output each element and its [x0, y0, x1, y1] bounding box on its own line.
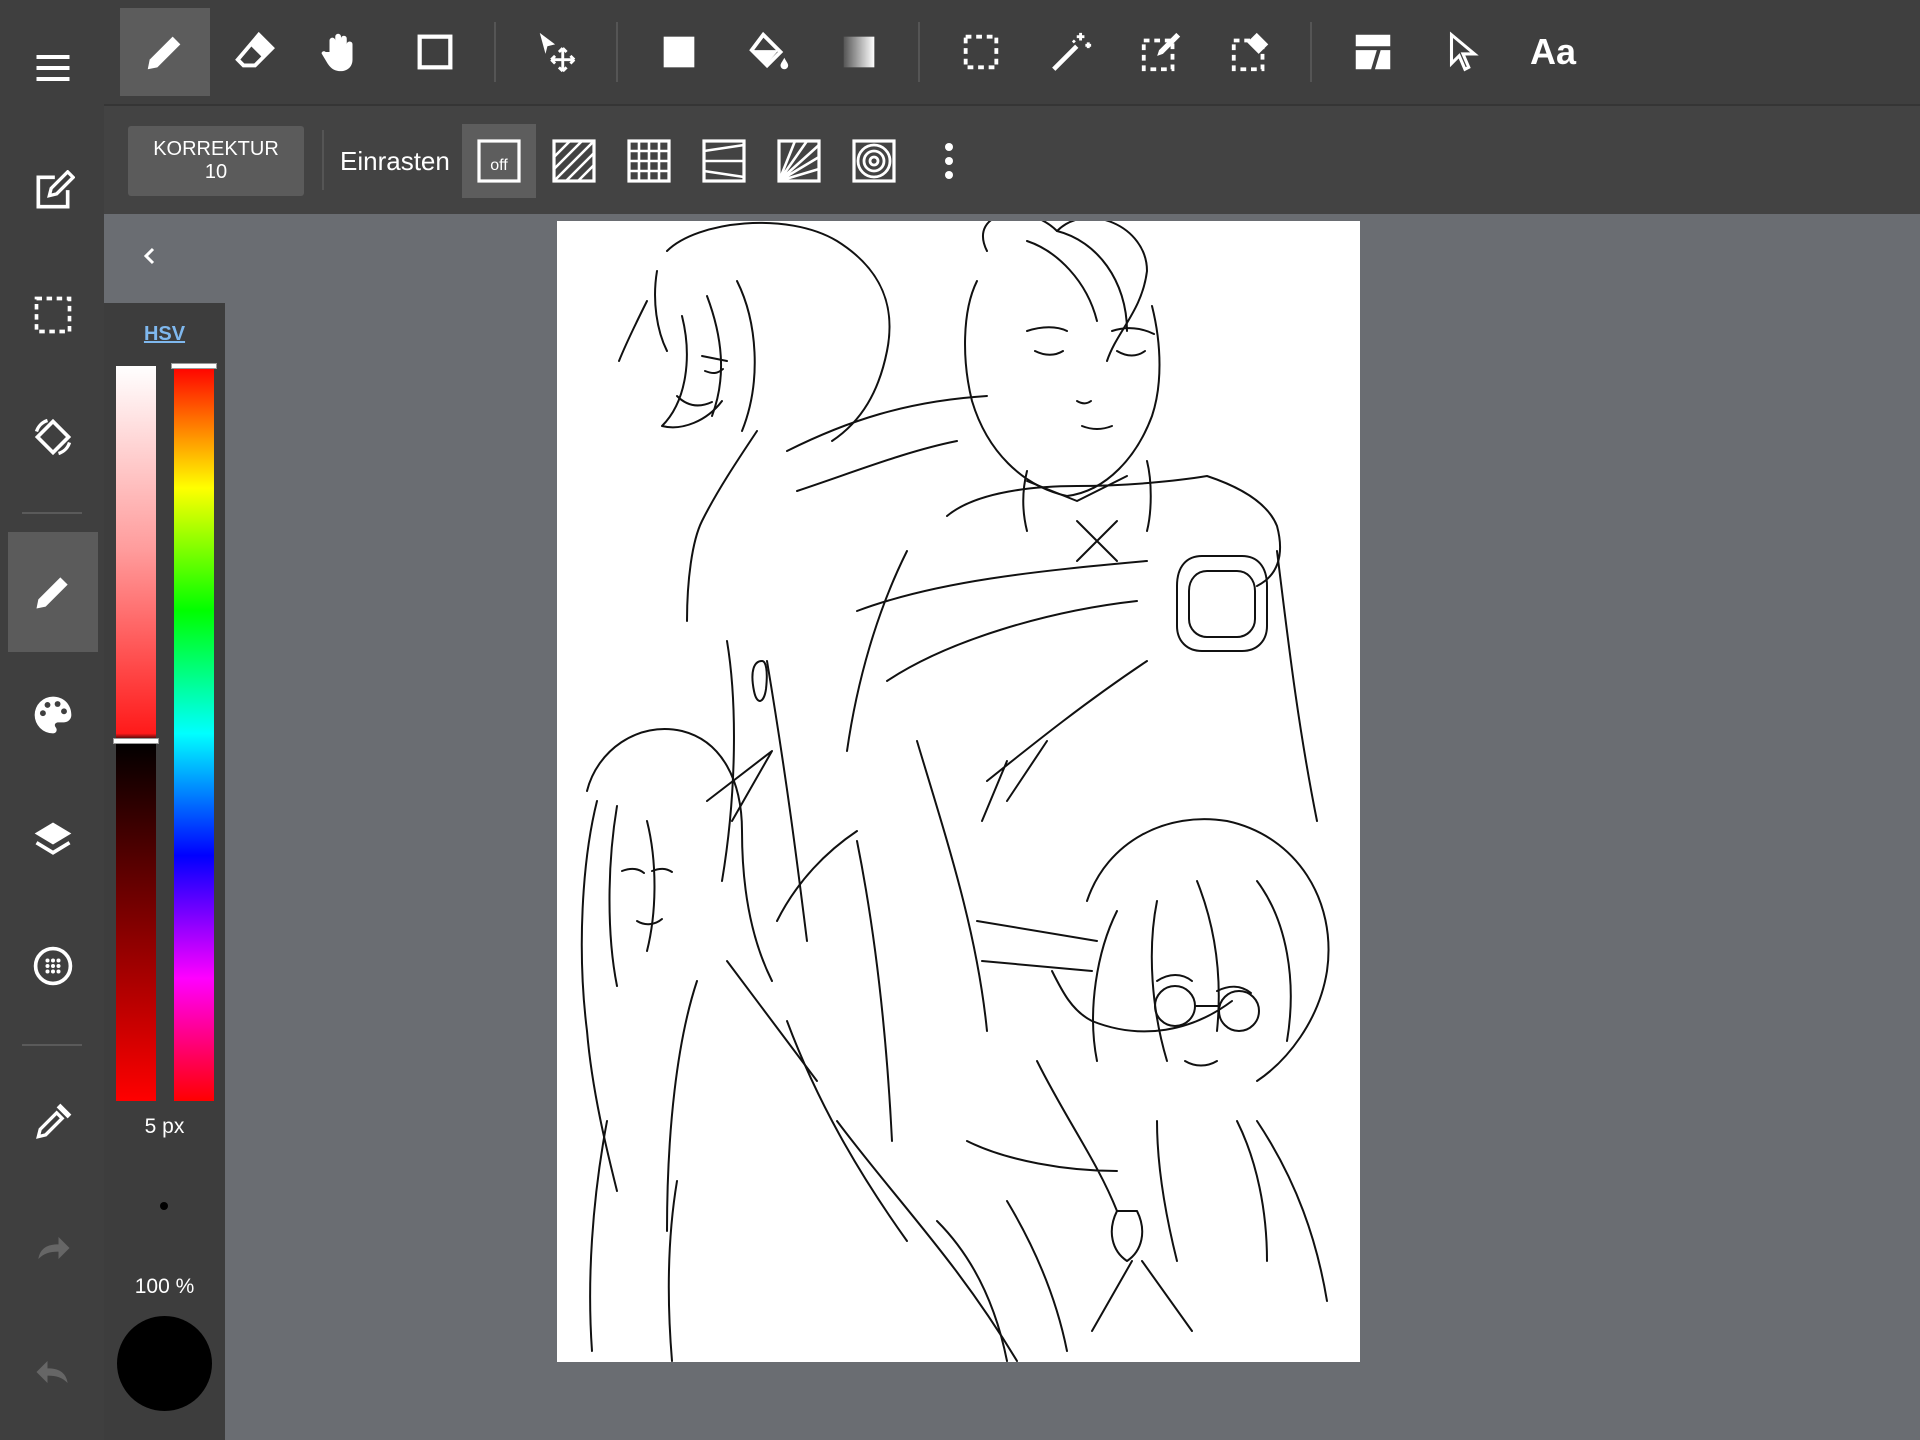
color-panel: HSV 5 px 100 %: [104, 303, 225, 1440]
magic-wand-tool-button[interactable]: [1026, 8, 1116, 96]
layers-button[interactable]: [8, 779, 98, 899]
palette-icon: [34, 696, 72, 734]
menu-icon: [36, 54, 70, 82]
rotate-icon: [34, 418, 72, 456]
toolbar-divider: [494, 22, 496, 82]
hue-slider-handle[interactable]: [171, 363, 217, 369]
edit-icon: [36, 170, 75, 209]
top-toolbar: Aa: [104, 0, 1920, 104]
grid-snap-button[interactable]: [612, 124, 686, 198]
filled-square-icon: [663, 36, 695, 68]
more-options-button[interactable]: [912, 124, 986, 198]
pen-tool-button[interactable]: [120, 8, 210, 96]
eyedropper-icon: [36, 1103, 72, 1139]
frame-divider-icon: [1355, 34, 1391, 70]
move-icon: [539, 32, 576, 73]
materials-button[interactable]: [8, 906, 98, 1026]
snap-off-text: off: [490, 157, 508, 174]
radial-snap-icon: [777, 139, 821, 183]
stabilizer-button[interactable]: KORREKTUR 10: [128, 126, 304, 196]
hand-icon: [321, 33, 353, 72]
drawing-canvas[interactable]: [557, 212, 1360, 1362]
snap-off-icon: off: [477, 139, 521, 183]
select-eraser-icon: [1231, 32, 1269, 72]
pen-settings-button[interactable]: [8, 532, 98, 652]
nav-divider: [22, 512, 82, 514]
toolbar-divider: [918, 22, 920, 82]
cursor-arrow-icon: [1449, 31, 1479, 72]
gradient-icon: [843, 36, 875, 68]
circle-snap-icon: [852, 139, 896, 183]
pen-tool-icon: [147, 36, 181, 70]
menu-button[interactable]: [8, 8, 98, 128]
current-color-swatch[interactable]: [117, 1316, 212, 1411]
bucket-tool-button[interactable]: [724, 8, 814, 96]
parallel-snap-icon: [552, 139, 596, 183]
value-slider[interactable]: [116, 366, 156, 1101]
parallel-snap-button[interactable]: [537, 124, 611, 198]
eyedropper-button[interactable]: [8, 1062, 98, 1182]
operation-tool-button[interactable]: [1418, 8, 1508, 96]
selection-button[interactable]: [8, 255, 98, 375]
layers-icon: [34, 822, 72, 855]
magic-wand-icon: [1052, 32, 1092, 71]
rotate-canvas-button[interactable]: [8, 377, 98, 497]
undo-icon: [36, 1361, 68, 1383]
select-eraser-tool-button[interactable]: [1206, 8, 1296, 96]
hue-slider[interactable]: [174, 366, 214, 1101]
eraser-icon: [235, 31, 275, 68]
stabilizer-label: KORREKTUR: [153, 138, 279, 160]
move-tool-button[interactable]: [512, 8, 602, 96]
value-slider-handle[interactable]: [113, 737, 159, 744]
fill-rect-tool-button[interactable]: [634, 8, 724, 96]
brush-size-label[interactable]: 5 px: [104, 1115, 225, 1139]
perspective-snap-icon: [702, 139, 746, 183]
text-tool-button[interactable]: Aa: [1508, 8, 1598, 96]
edit-button[interactable]: [8, 132, 98, 252]
palette-button[interactable]: [8, 655, 98, 775]
select-tool-button[interactable]: [936, 8, 1026, 96]
brush-preview-dot: [160, 1202, 168, 1210]
tool-options-bar: KORREKTUR 10 Einrasten off: [104, 104, 1920, 214]
more-vertical-icon: [945, 143, 953, 179]
pen-icon: [36, 577, 68, 609]
chevron-left-icon: [143, 247, 155, 265]
select-pen-tool-button[interactable]: [1116, 8, 1206, 96]
nav-divider: [22, 1044, 82, 1046]
radial-snap-button[interactable]: [762, 124, 836, 198]
snap-off-button[interactable]: off: [462, 124, 536, 198]
redo-button[interactable]: [8, 1188, 98, 1308]
toolbar-divider: [616, 22, 618, 82]
frame-divider-tool-button[interactable]: [1328, 8, 1418, 96]
circle-snap-button[interactable]: [837, 124, 911, 198]
dashed-select-icon: [963, 34, 999, 70]
perspective-snap-button[interactable]: [687, 124, 761, 198]
collapse-panel-button[interactable]: [130, 236, 170, 276]
eraser-tool-button[interactable]: [210, 8, 300, 96]
stabilizer-value: 10: [204, 161, 228, 183]
hsv-mode-tab[interactable]: HSV: [104, 323, 225, 346]
redo-icon: [38, 1237, 70, 1259]
hand-tool-button[interactable]: [296, 8, 386, 96]
opacity-label[interactable]: 100 %: [104, 1275, 225, 1299]
left-navigation: [0, 0, 104, 1440]
snap-label: Einrasten: [340, 146, 450, 176]
shape-tool-button[interactable]: [390, 8, 480, 96]
grid-snap-icon: [627, 139, 671, 183]
gradient-tool-button[interactable]: [814, 8, 904, 96]
subbar-divider: [322, 130, 324, 190]
text-tool-label: Aa: [1529, 31, 1577, 72]
selection-icon: [34, 296, 72, 334]
line-art-illustration: [580, 212, 1330, 1362]
undo-button[interactable]: [8, 1312, 98, 1432]
select-pen-icon: [1141, 32, 1181, 72]
square-outline-icon: [417, 34, 453, 70]
paint-bucket-icon: [749, 31, 789, 70]
toolbar-divider: [1310, 22, 1312, 82]
materials-icon: [33, 946, 73, 986]
